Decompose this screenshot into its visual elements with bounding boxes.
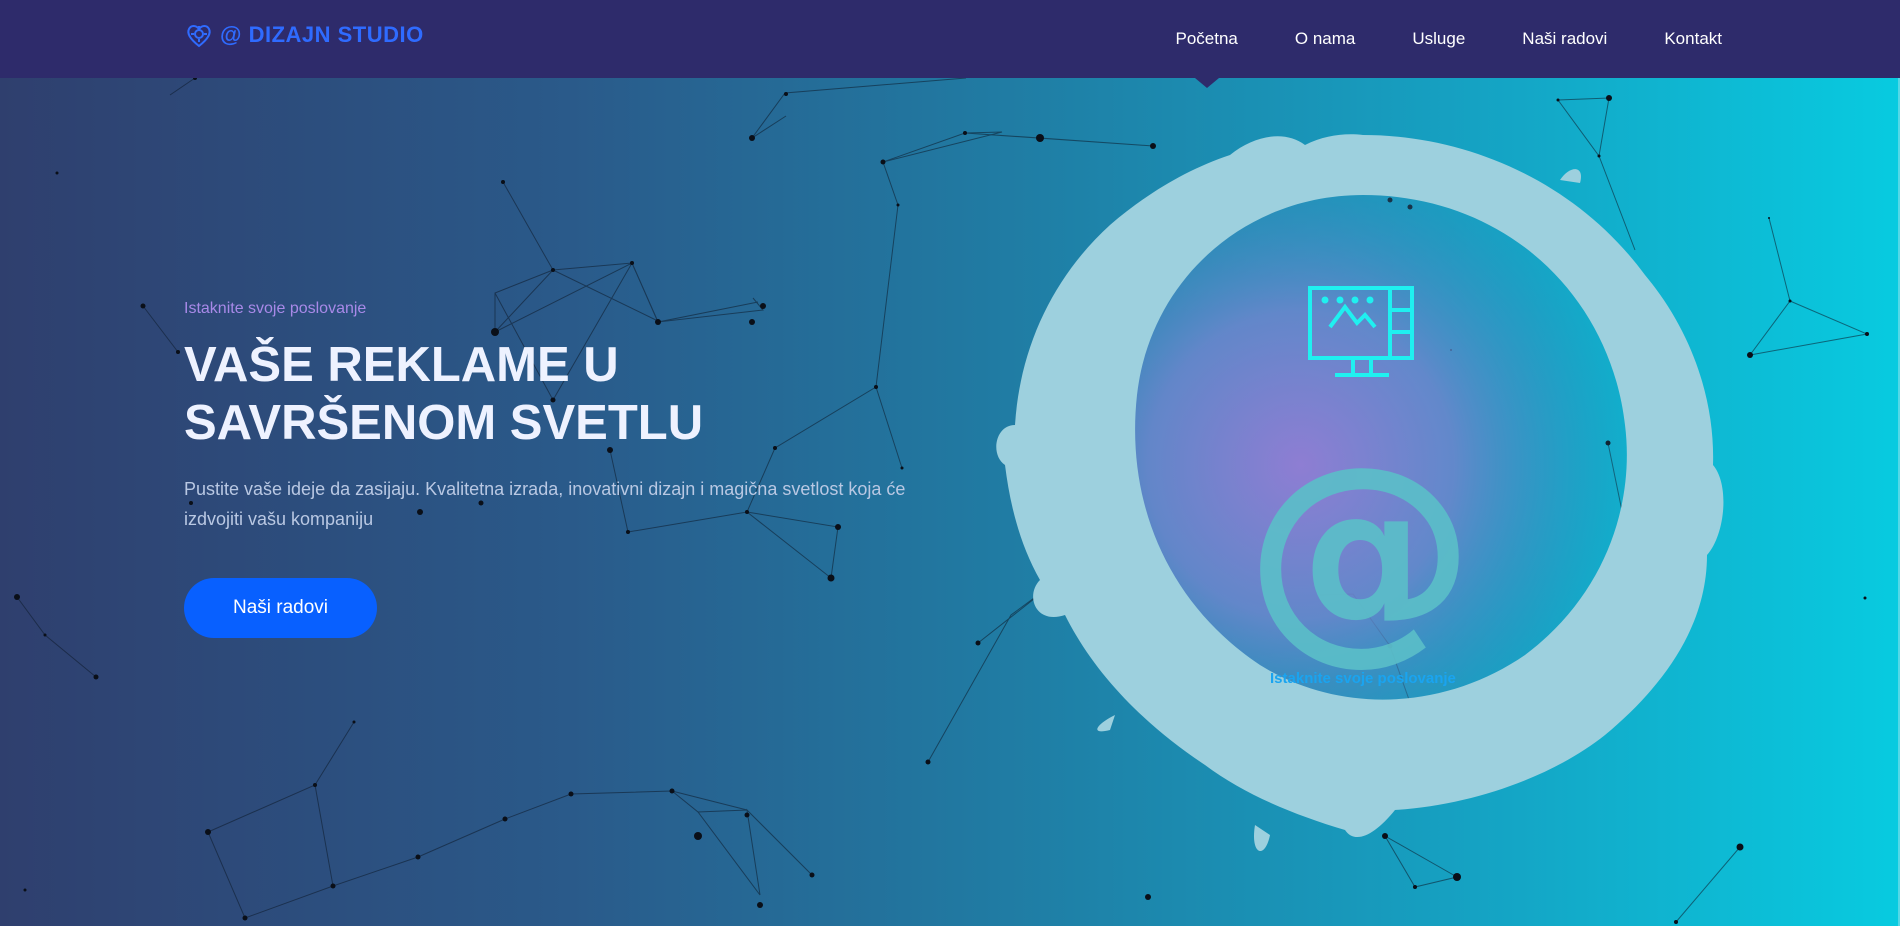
brand-logo[interactable]: @ DIZAJN STUDIO xyxy=(184,20,424,50)
illustration-caption: Istaknite svoje poslovanje xyxy=(1270,670,1456,687)
nav-item-kontakt[interactable]: Kontakt xyxy=(1664,29,1722,49)
headline-line-1: VAŠE REKLAME U xyxy=(184,338,619,392)
top-navbar: @ DIZAJN STUDIO Početna O nama Usluge Na… xyxy=(0,0,1900,78)
hero-headline: VAŠE REKLAME U SAVRŠENOM SVETLU xyxy=(184,336,944,452)
at-symbol: @ xyxy=(1245,418,1475,685)
headline-line-2: SAVRŠENOM SVETLU xyxy=(184,396,704,450)
main-navigation: Početna O nama Usluge Naši radovi Kontak… xyxy=(1176,0,1723,78)
nav-item-nasi-radovi[interactable]: Naši radovi xyxy=(1522,29,1607,49)
hero-section: Istaknite svoje poslovanje VAŠE REKLAME … xyxy=(184,300,944,638)
hero-description: Pustite vaše ideje da zasijaju. Kvalitet… xyxy=(184,479,906,529)
heart-gear-icon xyxy=(187,25,211,48)
hero-kicker: Istaknite svoje poslovanje xyxy=(184,300,367,317)
brand-name: @ DIZAJN STUDIO xyxy=(220,22,424,47)
nav-item-pocetna[interactable]: Početna xyxy=(1176,29,1238,49)
hero-illustration: @ xyxy=(996,134,1724,852)
our-work-button[interactable]: Naši radovi xyxy=(184,578,377,638)
nav-item-o-nama[interactable]: O nama xyxy=(1295,29,1355,49)
nav-item-usluge[interactable]: Usluge xyxy=(1412,29,1465,49)
